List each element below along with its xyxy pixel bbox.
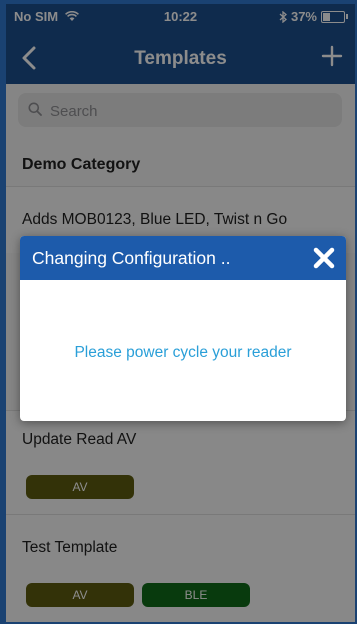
dialog-title: Changing Configuration .. bbox=[32, 248, 231, 268]
dialog-message: Please power cycle your reader bbox=[74, 344, 292, 361]
close-icon[interactable] bbox=[312, 246, 336, 270]
dialog-header: Changing Configuration .. bbox=[20, 236, 346, 280]
configuration-dialog: Changing Configuration .. Please power c… bbox=[20, 236, 346, 421]
screen: No SIM 10:22 37% Templates Search Demo C… bbox=[6, 4, 355, 622]
